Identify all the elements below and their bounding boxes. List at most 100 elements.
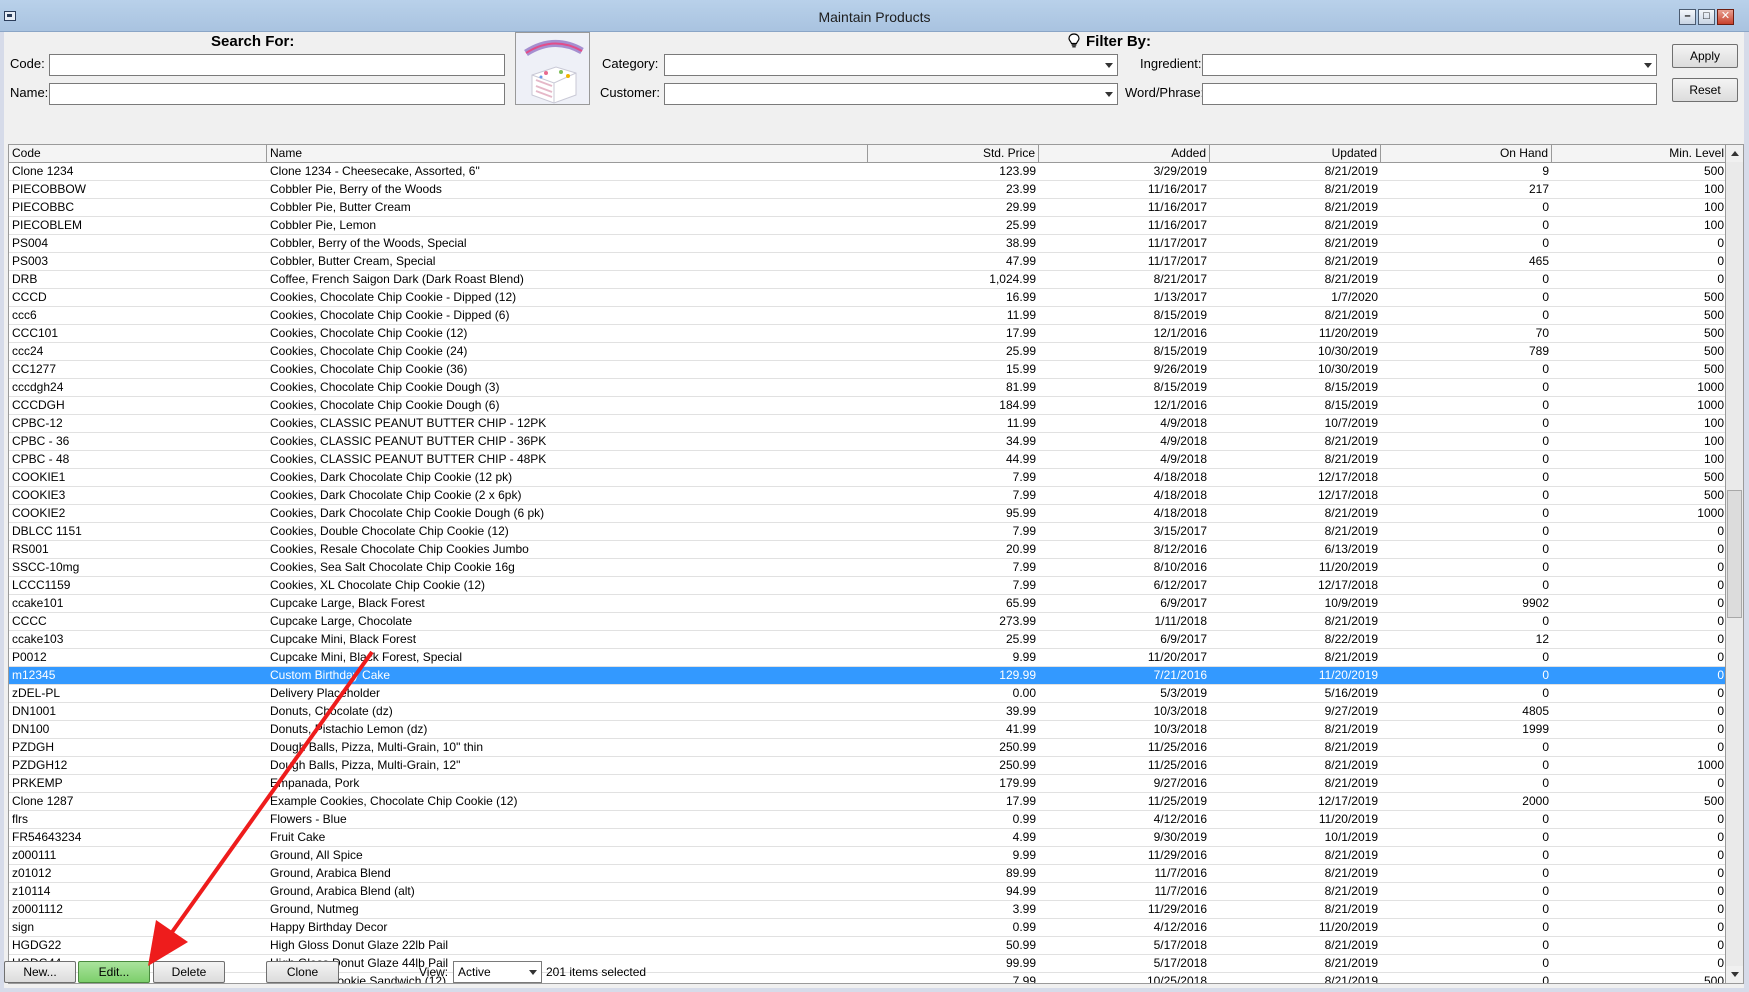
table-row[interactable]: RS001 Cookies, Resale Chocolate Chip Cook… xyxy=(9,541,1725,559)
table-row[interactable]: ccc6 Cookies, Chocolate Chip Cookie - Dip… xyxy=(9,307,1725,325)
cell-std-price: 81.99 xyxy=(1005,380,1036,394)
cell-code: z0001112 xyxy=(12,902,63,916)
table-row[interactable]: PS004 Cobbler, Berry of the Woods, Specia… xyxy=(9,235,1725,253)
cell-on-hand: 2000 xyxy=(1522,794,1549,808)
apply-button[interactable]: Apply xyxy=(1672,44,1738,68)
table-row[interactable]: COOKIE2 Cookies, Dark Chocolate Chip Cook… xyxy=(9,505,1725,523)
table-row[interactable]: CCCC Cupcake Large, Chocolate 273.99 1/11/2… xyxy=(9,613,1725,631)
cell-min-level: 500 xyxy=(1703,488,1724,502)
cell-std-price: 9.99 xyxy=(1012,650,1036,664)
table-row[interactable]: z10114 Ground, Arabica Blend (alt) 94.99 11… xyxy=(9,883,1725,901)
table-row[interactable]: CCCD Cookies, Chocolate Chip Cookie - Dip… xyxy=(9,289,1725,307)
table-row[interactable]: COOKIE1 Cookies, Dark Chocolate Chip Cook… xyxy=(9,469,1725,487)
cell-std-price: 273.99 xyxy=(999,614,1036,628)
cell-updated: 8/21/2019 xyxy=(1324,956,1378,970)
vertical-scrollbar[interactable] xyxy=(1726,144,1744,984)
new-button[interactable]: New... xyxy=(4,961,76,983)
cell-on-hand: 70 xyxy=(1535,326,1549,340)
table-row[interactable]: LCCC1159 Cookies, XL Chocolate Chip Cooki… xyxy=(9,577,1725,595)
table-row[interactable]: PIECOBBC Cobbler Pie, Butter Cream 29.99 11… xyxy=(9,199,1725,217)
table-row[interactable]: ccake101 Cupcake Large, Black Forest 65.99… xyxy=(9,595,1725,613)
category-select[interactable] xyxy=(664,54,1118,76)
table-row[interactable]: cccdgh24 Cookies, Chocolate Chip Cookie D… xyxy=(9,379,1725,397)
cell-min-level: 0 xyxy=(1717,686,1724,700)
close-button[interactable]: ✕ xyxy=(1717,9,1734,25)
table-row[interactable]: PRKEMP Empanada, Pork 179.99 9/27/2016 8/21/… xyxy=(9,775,1725,793)
table-row[interactable]: PS003 Cobbler, Butter Cream, Special 47.99… xyxy=(9,253,1725,271)
table-row[interactable]: z01012 Ground, Arabica Blend 89.99 11/7/201… xyxy=(9,865,1725,883)
table-row[interactable]: CC1277 Cookies, Chocolate Chip Cookie (36… xyxy=(9,361,1725,379)
cell-name: Delivery Placeholder xyxy=(270,686,381,700)
delete-button[interactable]: Delete xyxy=(153,961,225,983)
cell-min-level: 1000 xyxy=(1697,758,1724,772)
name-input[interactable] xyxy=(49,83,505,105)
customer-select[interactable] xyxy=(664,83,1118,105)
cell-std-price: 0.99 xyxy=(1012,812,1036,826)
cell-min-level: 0 xyxy=(1717,812,1724,826)
table-row[interactable]: HGDG22 High Gloss Donut Glaze 22lb Pail 50… xyxy=(9,937,1725,955)
table-row[interactable]: Clone 1234 Clone 1234 - Cheesecake, Assor… xyxy=(9,163,1725,181)
table-row[interactable]: CPBC - 48 Cookies, CLASSIC PEANUT BUTTER … xyxy=(9,451,1725,469)
table-row[interactable]: SSCC-10mg Cookies, Sea Salt Chocolate Chi… xyxy=(9,559,1725,577)
table-row[interactable]: FR54643234 Fruit Cake 4.99 9/30/2019 10/1/20… xyxy=(9,829,1725,847)
column-header-min-level[interactable]: Min. Level xyxy=(1552,145,1725,163)
cell-code: z01012 xyxy=(12,866,52,880)
table-row[interactable]: flrs Flowers - Blue 0.99 4/12/2016 11/20/201… xyxy=(9,811,1725,829)
table-row[interactable]: CPBC - 36 Cookies, CLASSIC PEANUT BUTTER … xyxy=(9,433,1725,451)
cell-on-hand: 0 xyxy=(1542,740,1549,754)
column-header-code[interactable]: Code xyxy=(9,145,267,163)
scroll-down-arrow-icon[interactable] xyxy=(1726,966,1743,983)
ingredient-select[interactable] xyxy=(1202,54,1657,76)
column-header-std-price[interactable]: Std. Price xyxy=(868,145,1039,163)
cell-added: 9/30/2019 xyxy=(1153,830,1207,844)
table-row[interactable]: COOKIE3 Cookies, Dark Chocolate Chip Cook… xyxy=(9,487,1725,505)
table-row[interactable]: m12345 Custom Birthday Cake 129.99 7/21/201… xyxy=(9,667,1725,685)
table-row[interactable]: PZDGH Dough Balls, Pizza, Multi-Grain, 10… xyxy=(9,739,1725,757)
maximize-button[interactable]: □ xyxy=(1698,9,1715,25)
scroll-thumb[interactable] xyxy=(1727,490,1742,618)
table-row[interactable]: CPBC-12 Cookies, CLASSIC PEANUT BUTTER CH… xyxy=(9,415,1725,433)
table-row[interactable]: DBLCC 1151 Cookies, Double Chocolate Chip… xyxy=(9,523,1725,541)
products-table[interactable]: Code Name Std. Price Added Updated On Ha… xyxy=(8,144,1726,984)
table-row[interactable]: CCCDGH Cookies, Chocolate Chip Cookie Dou… xyxy=(9,397,1725,415)
cell-std-price: 7.99 xyxy=(1012,974,1036,984)
cell-std-price: 179.99 xyxy=(999,776,1036,790)
table-row[interactable]: CCC101 Cookies, Chocolate Chip Cookie (12… xyxy=(9,325,1725,343)
minimize-button[interactable]: – xyxy=(1679,9,1696,25)
table-row[interactable]: PIECOBBOW Cobbler Pie, Berry of the Woods… xyxy=(9,181,1725,199)
table-row[interactable]: PIECOBLEM Cobbler Pie, Lemon 25.99 11/16/20… xyxy=(9,217,1725,235)
table-row[interactable]: ccc24 Cookies, Chocolate Chip Cookie (24)… xyxy=(9,343,1725,361)
table-row[interactable]: Clone 1287 Example Cookies, Chocolate Chi… xyxy=(9,793,1725,811)
table-row[interactable]: PZDGH12 Dough Balls, Pizza, Multi-Grain, … xyxy=(9,757,1725,775)
column-header-name[interactable]: Name xyxy=(267,145,868,163)
cell-updated: 8/21/2019 xyxy=(1324,452,1378,466)
cell-std-price: 99.99 xyxy=(1005,956,1036,970)
cell-code: PIECOBBOW xyxy=(12,182,87,196)
table-row[interactable]: ccake103 Cupcake Mini, Black Forest 25.99 6… xyxy=(9,631,1725,649)
column-header-updated[interactable]: Updated xyxy=(1210,145,1381,163)
clone-button[interactable]: Clone xyxy=(266,961,339,983)
cell-updated: 8/21/2019 xyxy=(1324,776,1378,790)
column-header-added[interactable]: Added xyxy=(1039,145,1210,163)
table-row[interactable]: DN1001 Donuts, Chocolate (dz) 39.99 10/3/20… xyxy=(9,703,1725,721)
table-row[interactable]: P0012 Cupcake Mini, Black Forest, Special… xyxy=(9,649,1725,667)
edit-button[interactable]: Edit... xyxy=(78,961,150,983)
table-row[interactable]: sign Happy Birthday Decor 0.99 4/12/2016 11/… xyxy=(9,919,1725,937)
code-input[interactable] xyxy=(49,54,505,76)
word-phrase-input[interactable] xyxy=(1202,83,1657,105)
cell-std-price: 1,024.99 xyxy=(989,272,1036,286)
scroll-up-arrow-icon[interactable] xyxy=(1726,145,1743,162)
cell-std-price: 29.99 xyxy=(1005,200,1036,214)
table-row[interactable]: zDEL-PL Delivery Placeholder 0.00 5/3/2019 5… xyxy=(9,685,1725,703)
cell-updated: 8/21/2019 xyxy=(1324,236,1378,250)
table-row[interactable]: z000111 Ground, All Spice 9.99 11/29/2016 8/… xyxy=(9,847,1725,865)
cell-name: Cookies, Sea Salt Chocolate Chip Cookie … xyxy=(270,560,515,574)
cell-updated: 8/21/2019 xyxy=(1324,614,1378,628)
reset-button[interactable]: Reset xyxy=(1672,78,1738,102)
table-row[interactable]: z0001112 Ground, Nutmeg 3.99 11/29/2016 8/21… xyxy=(9,901,1725,919)
column-header-on-hand[interactable]: On Hand xyxy=(1381,145,1552,163)
table-row[interactable]: DN100 Donuts, Pistachio Lemon (dz) 41.99 10… xyxy=(9,721,1725,739)
table-row[interactable]: DRB Coffee, French Saigon Dark (Dark Roas… xyxy=(9,271,1725,289)
view-select[interactable]: Active xyxy=(453,961,542,983)
cell-name: Cookies, CLASSIC PEANUT BUTTER CHIP - 36… xyxy=(270,434,547,448)
